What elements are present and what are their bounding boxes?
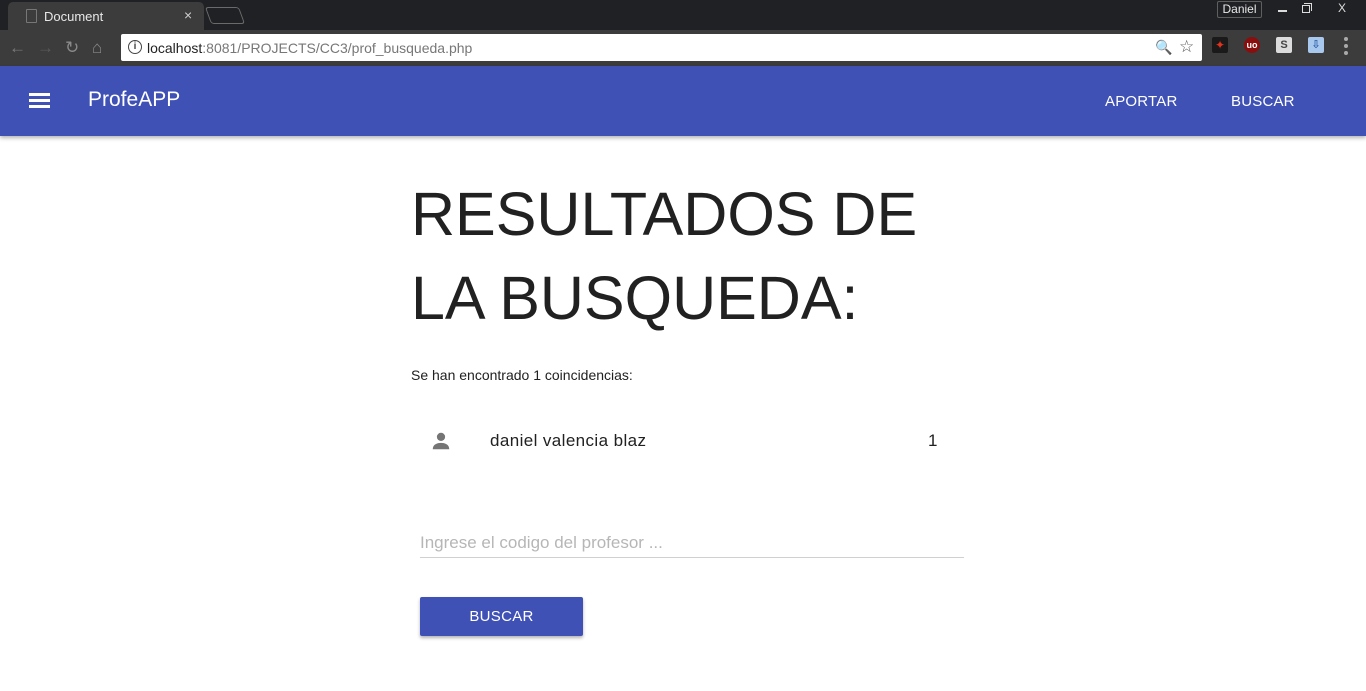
restore-button[interactable] xyxy=(1294,0,1319,18)
s-extension-icon[interactable]: S xyxy=(1276,37,1292,53)
result-count-text: Se han encontrado 1 coincidencias: xyxy=(411,367,633,383)
pdf-icon[interactable]: ✦ xyxy=(1212,37,1228,53)
app-title: ProfeAPP xyxy=(88,88,181,111)
address-bar[interactable]: i localhost:8081/PROJECTS/CC3/prof_busqu… xyxy=(121,34,1202,61)
browser-menu-icon[interactable] xyxy=(1344,37,1348,55)
restore-icon-front xyxy=(1302,5,1310,13)
search-button[interactable]: BUSCAR xyxy=(420,597,583,636)
tab-close-icon[interactable]: × xyxy=(184,7,192,23)
hamburger-menu-icon[interactable] xyxy=(29,93,50,109)
reload-icon[interactable]: ↻ xyxy=(65,39,79,57)
browser-toolbar: ← → ↻ ⌂ i localhost:8081/PROJECTS/CC3/pr… xyxy=(0,30,1366,66)
browser-tab-strip: Document × Daniel X xyxy=(0,0,1366,30)
app-bar: ProfeAPP APORTAR BUSCAR xyxy=(0,66,1366,136)
result-name: daniel valencia blaz xyxy=(490,431,647,450)
person-icon xyxy=(432,432,450,450)
bookmark-star-icon[interactable]: ☆ xyxy=(1179,37,1194,57)
result-code: 1 xyxy=(928,431,938,450)
document-icon xyxy=(26,9,37,23)
page-title: RESULTADOS DE LA BUSQUEDA: xyxy=(411,180,918,332)
nav-buscar-link[interactable]: BUSCAR xyxy=(1231,93,1295,110)
window-close-button[interactable]: X xyxy=(1320,0,1364,18)
minimize-button[interactable] xyxy=(1270,0,1295,18)
tab-title: Document xyxy=(44,9,104,24)
download-extension-icon[interactable]: ⇩ xyxy=(1308,37,1324,53)
url-path: :8081/PROJECTS/CC3/prof_busqueda.php xyxy=(202,40,473,56)
forward-arrow-icon[interactable]: → xyxy=(37,39,54,57)
browser-tab[interactable]: Document × xyxy=(8,2,204,30)
url-host: localhost xyxy=(147,40,203,56)
zoom-icon[interactable]: 🔍 xyxy=(1155,39,1172,56)
professor-code-input[interactable] xyxy=(420,528,964,558)
back-arrow-icon[interactable]: ← xyxy=(9,39,26,57)
nav-aportar-link[interactable]: APORTAR xyxy=(1105,93,1178,110)
minimize-icon xyxy=(1278,10,1287,12)
ublock-icon[interactable]: uo xyxy=(1244,37,1260,53)
url-text[interactable]: localhost:8081/PROJECTS/CC3/prof_busqued… xyxy=(147,40,472,56)
new-tab-button[interactable] xyxy=(204,7,246,24)
home-icon[interactable]: ⌂ xyxy=(92,39,102,57)
profile-button[interactable]: Daniel xyxy=(1217,1,1262,18)
site-info-icon[interactable]: i xyxy=(128,40,142,54)
list-item[interactable]: daniel valencia blaz 1 xyxy=(411,412,946,468)
